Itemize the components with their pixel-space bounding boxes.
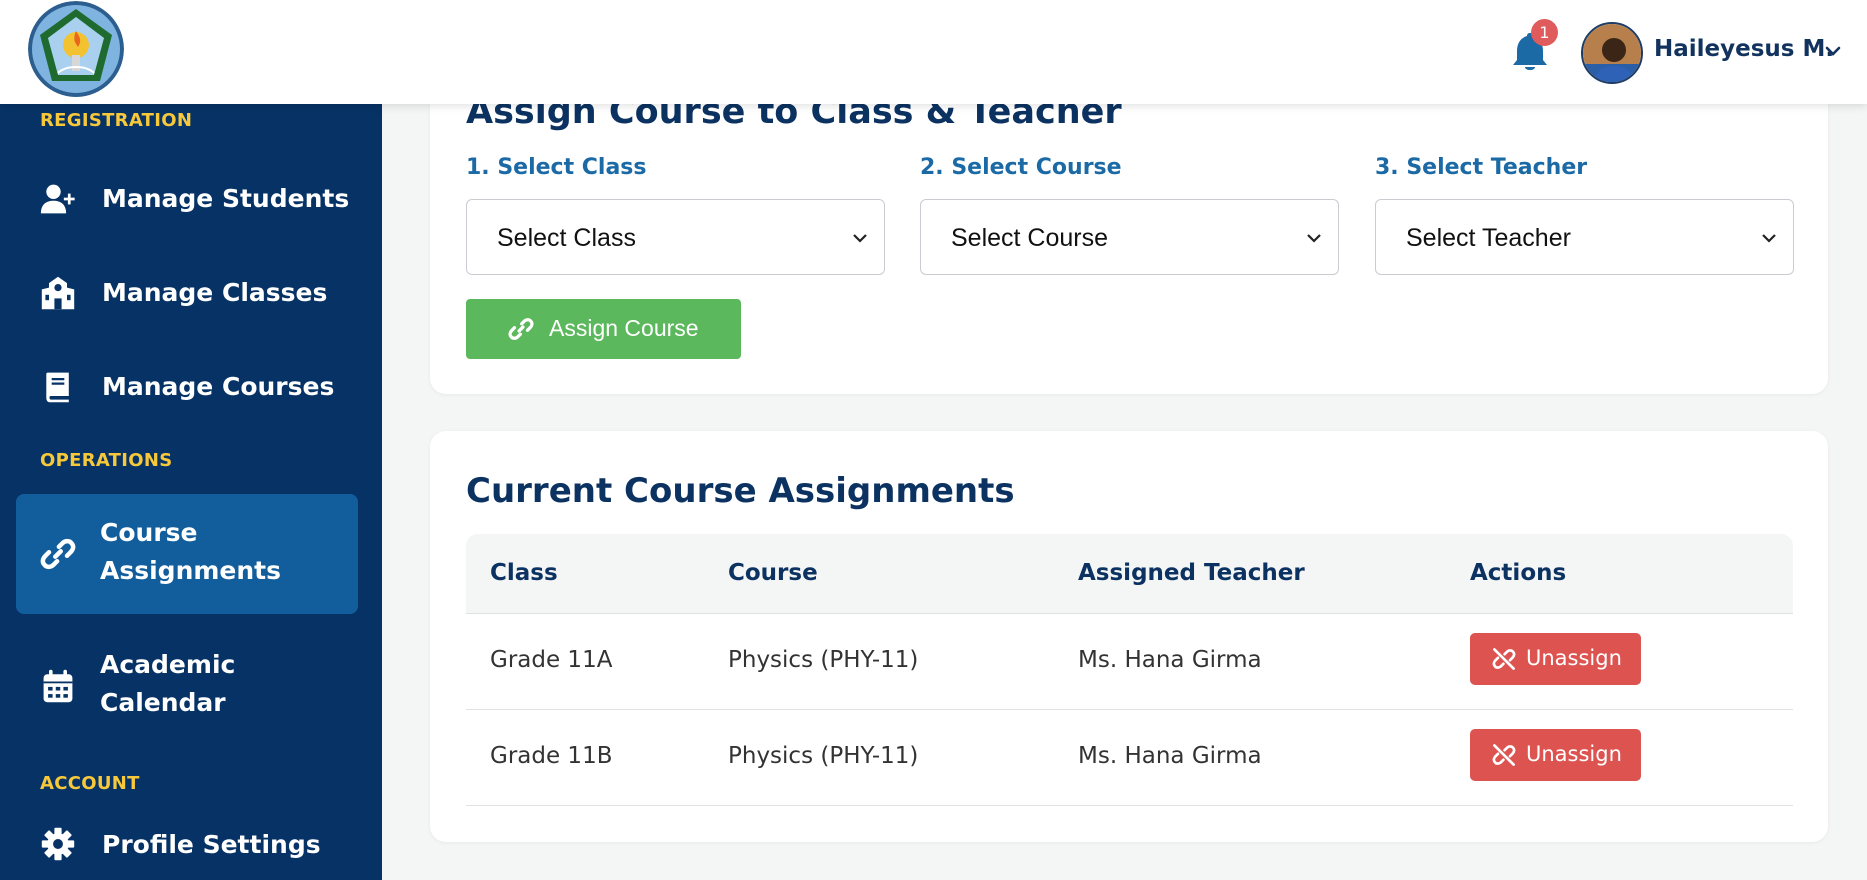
- sidebar-item-manage-courses[interactable]: Manage Courses: [16, 342, 358, 432]
- cell-class: Grade 11A: [490, 647, 613, 673]
- select-class-value: Select Class: [497, 224, 636, 252]
- top-header: 1 Haileyesus M.: [0, 0, 1867, 104]
- cell-course: Physics (PHY-11): [728, 647, 919, 673]
- user-avatar-image: [1583, 24, 1641, 82]
- school-icon: [41, 276, 75, 310]
- select-course-label: 2. Select Course: [920, 155, 1122, 180]
- user-plus-icon: [40, 184, 75, 214]
- sidebar-item-label: Academic: [100, 650, 236, 679]
- sidebar-item-label: Manage Courses: [102, 372, 335, 401]
- select-teacher-dropdown[interactable]: Select Teacher: [1375, 199, 1794, 275]
- unassign-button[interactable]: Unassign: [1470, 633, 1641, 685]
- sidebar-section-registration: REGISTRATION: [40, 110, 193, 131]
- cell-course: Physics (PHY-11): [728, 743, 919, 769]
- sidebar-item-label: Calendar: [100, 688, 226, 717]
- select-teacher-value: Select Teacher: [1406, 224, 1571, 252]
- sidebar-item-profile-settings[interactable]: Profile Settings: [16, 810, 358, 880]
- school-logo[interactable]: [28, 1, 124, 97]
- table-row: Grade 11A Physics (PHY-11) Ms. Hana Girm…: [466, 614, 1793, 710]
- assign-course-button[interactable]: Assign Course: [466, 299, 741, 359]
- select-class-dropdown[interactable]: Select Class: [466, 199, 885, 275]
- column-header-assigned-teacher: Assigned Teacher: [1078, 560, 1305, 586]
- assignments-table-header: Class Course Assigned Teacher Actions: [466, 534, 1793, 614]
- select-course-dropdown[interactable]: Select Course: [920, 199, 1339, 275]
- sidebar-item-label: Manage Students: [102, 184, 350, 213]
- cell-class: Grade 11B: [490, 743, 613, 769]
- column-header-actions: Actions: [1470, 560, 1567, 586]
- chevron-down-icon: [853, 234, 867, 243]
- table-row: Grade 11B Physics (PHY-11) Ms. Hana Girm…: [466, 710, 1793, 806]
- sidebar-item-manage-students[interactable]: Manage Students: [16, 154, 358, 244]
- avatar[interactable]: [1581, 22, 1643, 84]
- sidebar-item-label: Assignments: [100, 556, 282, 585]
- course-assignments-title: Current Course Assignments: [466, 471, 1015, 511]
- book-icon: [46, 372, 69, 403]
- sidebar-item-course-assignments[interactable]: Course Assignments: [16, 494, 358, 614]
- select-class-label: 1. Select Class: [466, 155, 647, 180]
- unlink-icon: [1492, 744, 1516, 766]
- cell-teacher: Ms. Hana Girma: [1078, 743, 1262, 769]
- chevron-down-icon: [1307, 234, 1321, 243]
- sidebar: REGISTRATION Manage Students Manage Clas…: [0, 104, 382, 880]
- calendar-icon: [43, 669, 73, 703]
- link-icon: [508, 318, 534, 340]
- user-name[interactable]: Haileyesus M.: [1654, 36, 1834, 62]
- column-header-class: Class: [490, 560, 558, 586]
- link-icon: [40, 538, 76, 570]
- sidebar-item-academic-calendar[interactable]: Academic Calendar: [16, 626, 358, 746]
- assign-course-button-label: Assign Course: [549, 315, 699, 341]
- school-logo-emblem: [28, 1, 124, 97]
- sidebar-item-label: Profile Settings: [102, 830, 321, 859]
- sidebar-item-manage-classes[interactable]: Manage Classes: [16, 248, 358, 338]
- notification-badge: 1: [1531, 19, 1558, 46]
- select-course-value: Select Course: [951, 224, 1109, 252]
- sidebar-section-operations: OPERATIONS: [40, 450, 173, 471]
- sidebar-item-label: Course: [100, 518, 198, 547]
- chevron-down-icon[interactable]: [1824, 42, 1842, 60]
- select-teacher-label: 3. Select Teacher: [1375, 155, 1588, 180]
- sidebar-section-account: ACCOUNT: [40, 773, 140, 794]
- unassign-button-label: Unassign: [1526, 742, 1622, 766]
- gear-icon: [41, 827, 75, 861]
- column-header-course: Course: [728, 560, 818, 586]
- unlink-icon: [1492, 648, 1516, 670]
- cell-teacher: Ms. Hana Girma: [1078, 647, 1262, 673]
- unassign-button[interactable]: Unassign: [1470, 729, 1641, 781]
- chevron-down-icon: [1762, 234, 1776, 243]
- sidebar-item-label: Manage Classes: [102, 278, 328, 307]
- unassign-button-label: Unassign: [1526, 646, 1622, 670]
